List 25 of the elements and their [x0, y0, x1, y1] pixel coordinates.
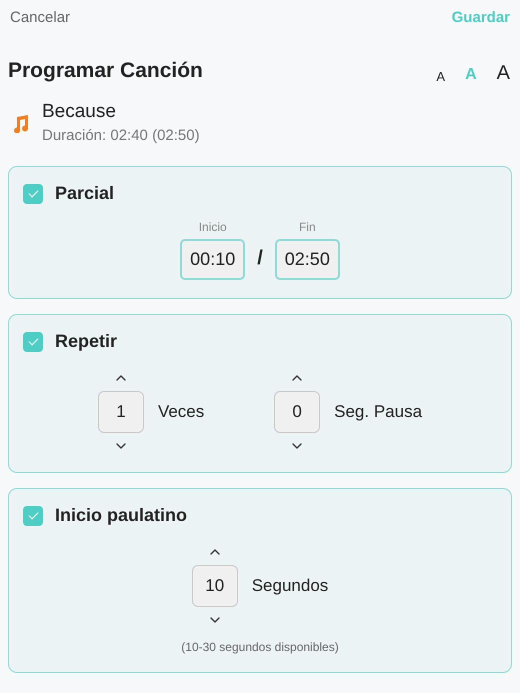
- time-field[interactable]: 00:10: [180, 239, 246, 280]
- option-title: Parcial: [55, 183, 114, 204]
- checkbox[interactable]: [23, 332, 43, 352]
- checkbox[interactable]: [23, 184, 43, 204]
- song-title: Because: [42, 101, 117, 123]
- font-size-button[interactable]: A: [496, 63, 510, 83]
- number-field[interactable]: 1: [98, 391, 144, 433]
- number-field[interactable]: 10: [192, 565, 238, 607]
- song-duration: Duración: 02:40 (02:50): [42, 127, 200, 144]
- time-field[interactable]: 02:50: [274, 239, 340, 280]
- cancel-button[interactable]: Cancelar: [10, 8, 70, 26]
- unit-label: Segundos: [252, 576, 328, 596]
- unit-label: Veces: [158, 402, 204, 422]
- number-field[interactable]: 0: [274, 391, 320, 433]
- hint-text: (10-30 segundos disponibles): [180, 640, 340, 654]
- unit-label: Seg. Pausa: [334, 402, 422, 422]
- checkbox[interactable]: [23, 506, 43, 526]
- start-label: Inicio: [198, 220, 227, 234]
- music-note-icon: [12, 112, 30, 132]
- option-title: Inicio paulatino: [55, 505, 188, 526]
- font-size-button[interactable]: A: [436, 70, 446, 83]
- option-title: Repetir: [55, 331, 118, 352]
- end-label: Fin: [298, 220, 316, 234]
- separator: /: [257, 247, 263, 271]
- page-title: Programar Canción: [8, 59, 203, 83]
